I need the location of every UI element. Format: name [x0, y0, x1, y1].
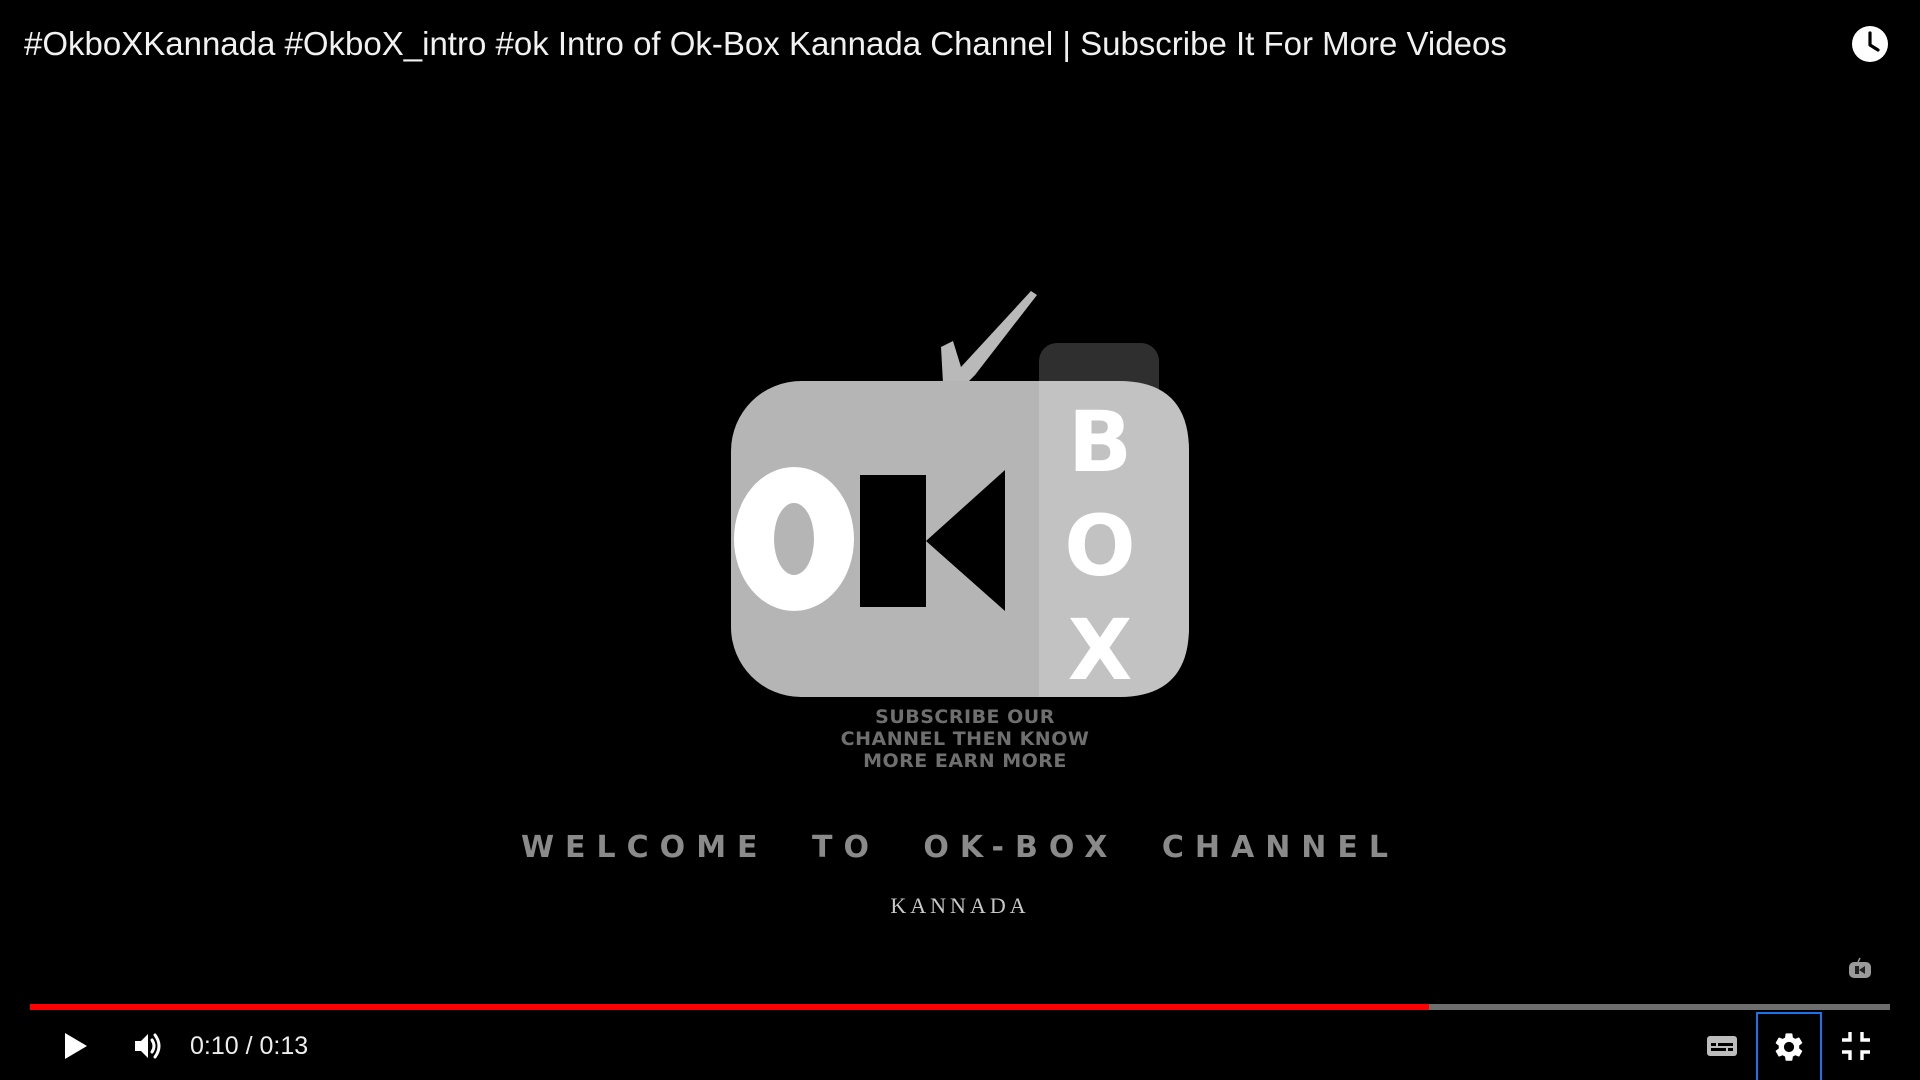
channel-watermark-icon[interactable]	[1846, 955, 1874, 983]
progress-bar[interactable]	[30, 1000, 1890, 1012]
mute-button[interactable]	[116, 1012, 180, 1080]
exit-fullscreen-button[interactable]	[1824, 1012, 1888, 1080]
watch-later-button[interactable]	[1850, 24, 1890, 64]
video-player[interactable]: OK B O X SUBSCRIBE OUR CHANNEL THEN KNOW…	[0, 0, 1920, 1080]
logo-box-letter-x: X	[1068, 601, 1133, 699]
duration: 0:13	[259, 1032, 309, 1060]
logo-o-hole	[774, 503, 814, 575]
clock-icon	[1852, 26, 1888, 62]
okbox-logo: OK B O X	[731, 291, 1189, 699]
captions-icon	[1707, 1036, 1737, 1056]
tagline-line: CHANNEL THEN KNOW	[840, 728, 1090, 750]
tagline-line: SUBSCRIBE OUR	[875, 706, 1055, 728]
play-icon	[65, 1033, 87, 1059]
logo-box-letter-b: B	[1068, 393, 1132, 491]
kannada-subtitle: KANNADA	[890, 893, 1030, 918]
settings-button[interactable]	[1756, 1012, 1822, 1080]
progress-played	[30, 1004, 1429, 1010]
exit-fullscreen-icon	[1842, 1032, 1870, 1060]
captions-button[interactable]	[1690, 1012, 1754, 1080]
video-title[interactable]: #OkboXKannada #OkboX_intro #ok Intro of …	[24, 22, 1810, 66]
control-bar: 0:10 / 0:13	[0, 1012, 1920, 1080]
video-stage[interactable]: OK B O X SUBSCRIBE OUR CHANNEL THEN KNOW…	[0, 0, 1920, 1080]
current-time: 0:10	[190, 1032, 239, 1060]
logo-box-letter-o: O	[1064, 497, 1135, 595]
time-display: 0:10 / 0:13	[190, 1032, 309, 1060]
welcome-text: WELCOME TO OK-BOX CHANNEL	[520, 830, 1400, 865]
logo-k-stem	[860, 475, 926, 607]
tagline-line: MORE EARN MORE	[863, 750, 1067, 772]
logo-checkmark	[941, 291, 1037, 387]
play-button[interactable]	[42, 1012, 106, 1080]
volume-icon	[135, 1033, 161, 1059]
gear-icon	[1775, 1033, 1803, 1061]
logo-tagline: SUBSCRIBE OUR CHANNEL THEN KNOW MORE EAR…	[780, 706, 1150, 772]
